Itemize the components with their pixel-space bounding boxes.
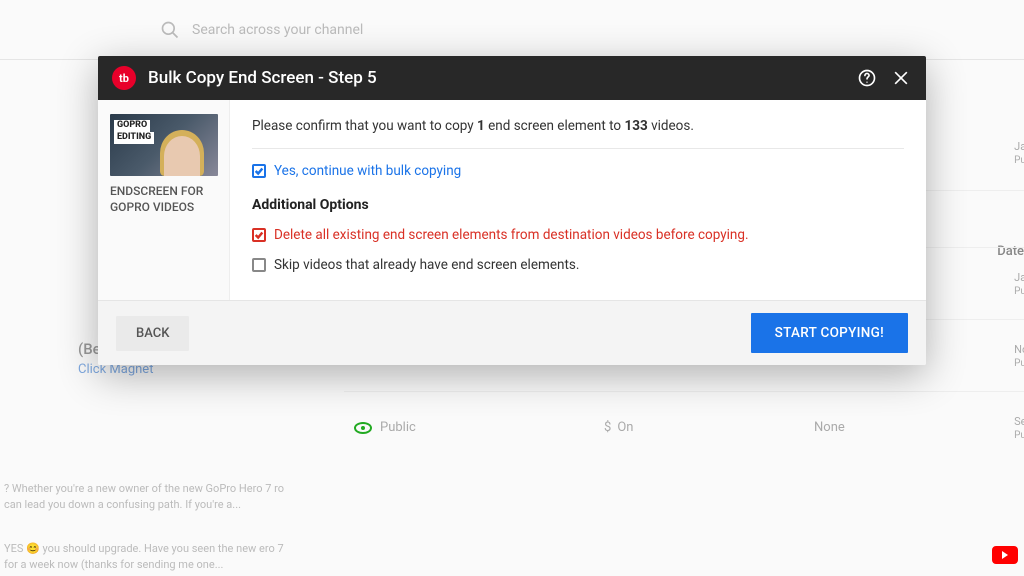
- modal-sidebar: GOPRO EDITING ENDSCREEN FOR GOPRO VIDEOS: [98, 100, 230, 300]
- modal-header: tb Bulk Copy End Screen - Step 5: [98, 56, 926, 100]
- modal-footer: BACK START COPYING!: [98, 300, 926, 365]
- help-icon[interactable]: [856, 67, 878, 89]
- additional-options-heading: Additional Options: [252, 197, 904, 213]
- continue-checkbox-row[interactable]: Yes, continue with bulk copying: [252, 163, 904, 179]
- delete-existing-label: Delete all existing end screen elements …: [274, 227, 749, 243]
- back-button[interactable]: BACK: [116, 316, 189, 351]
- bulk-copy-modal: tb Bulk Copy End Screen - Step 5 GOPRO E…: [98, 56, 926, 365]
- continue-label: Yes, continue with bulk copying: [274, 163, 461, 179]
- start-copying-button[interactable]: START COPYING!: [751, 313, 908, 353]
- checkbox-unchecked-icon[interactable]: [252, 258, 266, 272]
- checkbox-checked-icon[interactable]: [252, 228, 266, 242]
- close-icon[interactable]: [890, 67, 912, 89]
- skip-videos-label: Skip videos that already have end screen…: [274, 257, 579, 273]
- source-video-title: ENDSCREEN FOR GOPRO VIDEOS: [110, 184, 217, 215]
- confirm-message: Please confirm that you want to copy 1 e…: [252, 118, 904, 149]
- modal-title: Bulk Copy End Screen - Step 5: [148, 68, 844, 88]
- tubebuddy-logo-icon: tb: [112, 66, 136, 90]
- skip-videos-checkbox-row[interactable]: Skip videos that already have end screen…: [252, 257, 904, 273]
- delete-existing-checkbox-row[interactable]: Delete all existing end screen elements …: [252, 227, 904, 243]
- modal-overlay: tb Bulk Copy End Screen - Step 5 GOPRO E…: [0, 0, 1024, 576]
- checkbox-checked-icon[interactable]: [252, 164, 266, 178]
- source-video-thumbnail: GOPRO EDITING: [110, 114, 218, 176]
